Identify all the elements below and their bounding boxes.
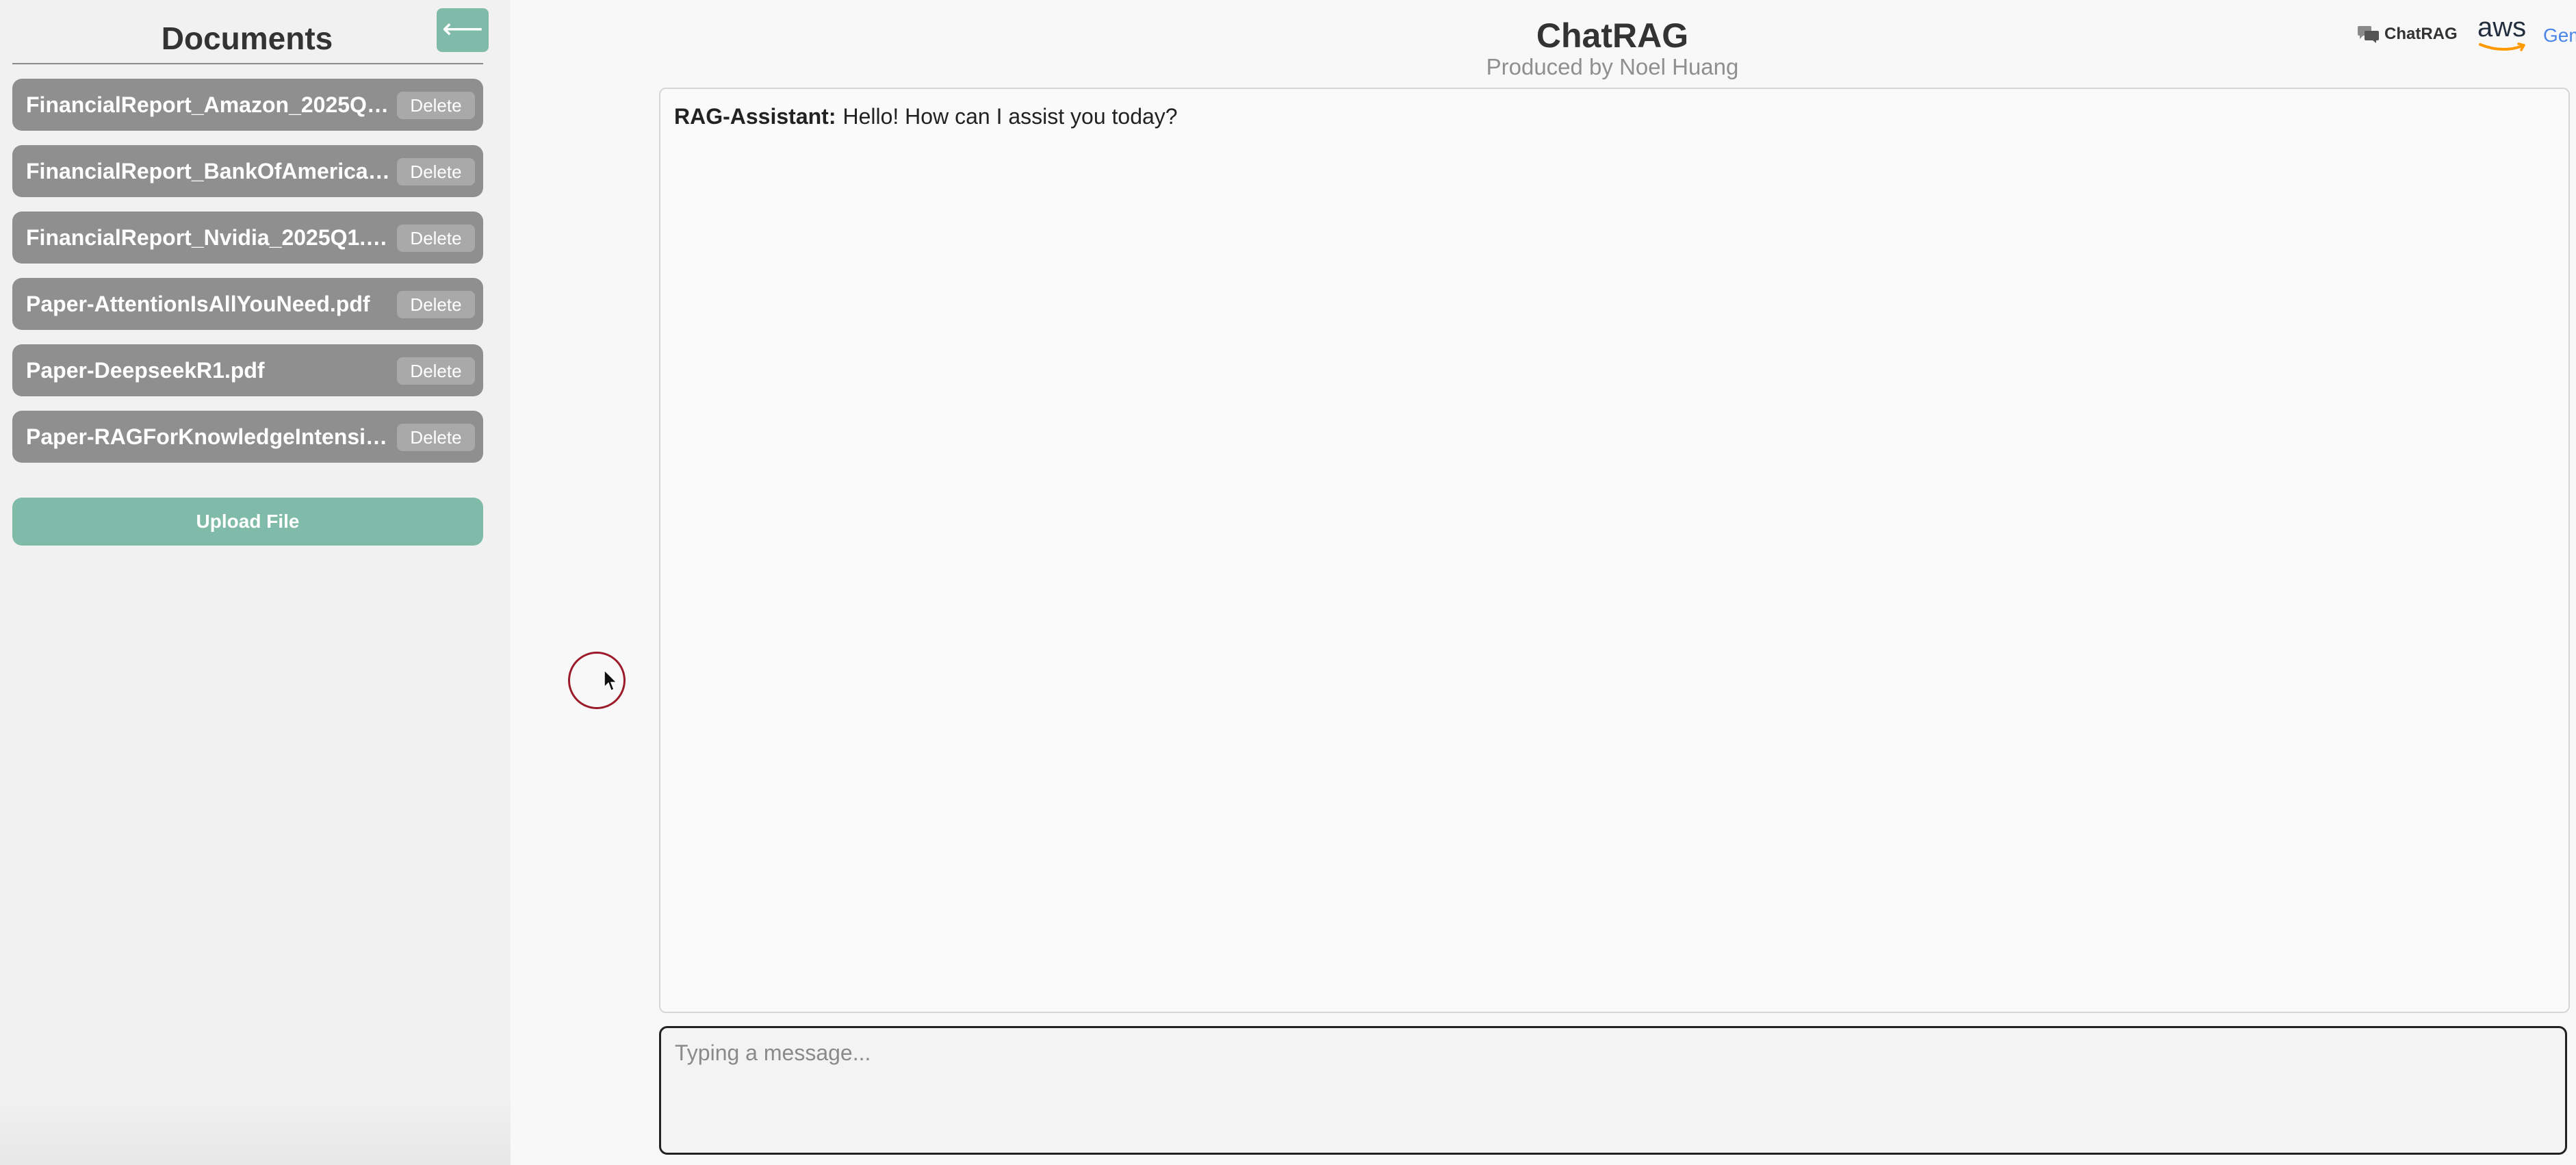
left-arrow-icon: ⟵ — [441, 12, 484, 44]
chatrag-brand-label: ChatRAG — [2384, 25, 2458, 43]
document-item[interactable]: Paper-DeepseekR1.pdf Delete — [12, 344, 483, 396]
message-text: Hello! How can I assist you today? — [842, 104, 1178, 129]
chatrag-brand: ChatRAG — [2357, 22, 2458, 47]
aws-logo-icon: aws — [2477, 12, 2529, 53]
document-name: Paper-DeepseekR1.pdf — [26, 358, 265, 383]
document-item[interactable]: FinancialReport_BankOfAmerica_2025Q1.pdf… — [12, 145, 483, 197]
sidebar-divider — [12, 63, 483, 64]
document-name: FinancialReport_BankOfAmerica_2025Q1.pdf — [26, 159, 396, 183]
collapse-sidebar-button[interactable]: ⟵ — [437, 8, 489, 52]
document-item[interactable]: FinancialReport_Nvidia_2025Q1.pdf Delete — [12, 212, 483, 264]
delete-document-button[interactable]: Delete — [397, 92, 475, 119]
document-name: Paper-RAGForKnowledgeIntensiveNLPTasks.p… — [26, 424, 396, 449]
documents-title: Documents — [161, 21, 333, 56]
app-subtitle: Produced by Noel Huang — [1486, 54, 1739, 79]
delete-document-button[interactable]: Delete — [397, 357, 475, 385]
delete-document-button[interactable]: Delete — [397, 291, 475, 318]
document-list: FinancialReport_Amazon_2025Q1.pdf Delete… — [12, 79, 483, 477]
document-name: FinancialReport_Amazon_2025Q1.pdf — [26, 92, 396, 117]
delete-document-button[interactable]: Delete — [397, 424, 475, 451]
document-item[interactable]: Paper-AttentionIsAllYouNeed.pdf Delete — [12, 278, 483, 330]
documents-sidebar: Documents ⟵ FinancialReport_Amazon_2025Q… — [0, 0, 511, 1165]
app-title: ChatRAG — [1536, 16, 1689, 55]
chat-window: RAG-Assistant: Hello! How can I assist yo… — [659, 88, 2570, 1013]
message-input[interactable] — [659, 1026, 2567, 1155]
delete-document-button[interactable]: Delete — [397, 158, 475, 185]
delete-document-button[interactable]: Delete — [397, 225, 475, 252]
document-name: FinancialReport_Nvidia_2025Q1.pdf — [26, 225, 396, 250]
aws-smile-icon — [2479, 42, 2525, 51]
aws-logo-text: aws — [2477, 12, 2527, 42]
document-item[interactable]: Paper-RAGForKnowledgeIntensiveNLPTasks.p… — [12, 411, 483, 463]
chat-message: RAG-Assistant: Hello! How can I assist yo… — [674, 101, 1178, 131]
gemini-brand: Gem — [2543, 25, 2576, 46]
mouse-pointer-icon — [604, 669, 618, 692]
document-name: Paper-AttentionIsAllYouNeed.pdf — [26, 292, 370, 316]
chat-bubbles-icon — [2358, 26, 2379, 43]
message-sender: RAG-Assistant: — [674, 104, 836, 129]
document-item[interactable]: FinancialReport_Amazon_2025Q1.pdf Delete — [12, 79, 483, 131]
upload-file-button[interactable]: Upload File — [12, 498, 483, 546]
